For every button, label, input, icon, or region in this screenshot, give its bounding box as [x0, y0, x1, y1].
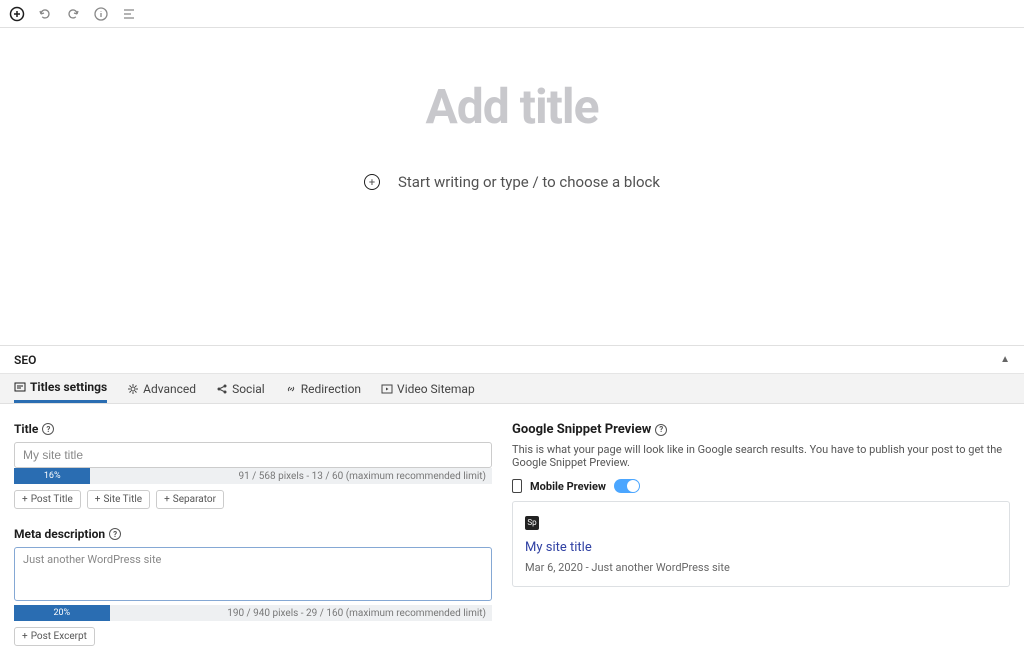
seo-panel-header[interactable]: SEO ▲ — [0, 346, 1024, 374]
mobile-icon — [512, 479, 522, 493]
block-prompt-text: Start writing or type / to choose a bloc… — [398, 173, 660, 191]
snippet-result-meta: Mar 6, 2020 - Just another WordPress sit… — [525, 561, 997, 574]
chevron-up-icon: ▲ — [1000, 354, 1010, 365]
seo-panel-title: SEO — [14, 353, 36, 367]
seo-title-input[interactable] — [14, 442, 492, 468]
tag-site-title[interactable]: Site Title — [87, 490, 150, 509]
seo-tabs: Titles settings Advanced Social Redirect… — [0, 374, 1024, 404]
title-progress-row: 16% 91 / 568 pixels - 13 / 60 (maximum r… — [14, 468, 492, 484]
editor-canvas: Add title + Start writing or type / to c… — [0, 28, 1024, 191]
title-limit-text: 91 / 568 pixels - 13 / 60 (maximum recom… — [238, 471, 486, 482]
info-icon[interactable] — [92, 5, 110, 23]
favicon-icon: Sp — [525, 516, 539, 530]
tag-post-excerpt[interactable]: Post Excerpt — [14, 627, 95, 646]
redo-icon[interactable] — [64, 5, 82, 23]
meta-tag-buttons: Post Excerpt — [14, 627, 492, 646]
share-icon — [216, 383, 228, 395]
title-label: Title ? — [14, 422, 492, 436]
tab-social[interactable]: Social — [216, 374, 265, 403]
meta-progress-bar: 20% — [14, 605, 110, 621]
tab-titles-settings[interactable]: Titles settings — [14, 374, 107, 403]
tab-advanced[interactable]: Advanced — [127, 374, 196, 403]
meta-progress-row: 20% 190 / 940 pixels - 29 / 160 (maximum… — [14, 605, 492, 621]
add-block-icon[interactable] — [8, 5, 26, 23]
post-title-input[interactable]: Add title — [0, 78, 1024, 135]
outline-icon[interactable] — [120, 5, 138, 23]
mobile-preview-toggle[interactable] — [614, 479, 640, 493]
block-inserter-prompt[interactable]: + Start writing or type / to choose a bl… — [0, 173, 1024, 191]
seo-right-column: Google Snippet Preview ? This is what yo… — [512, 422, 1010, 646]
link-icon — [285, 383, 297, 395]
mobile-preview-label: Mobile Preview — [530, 480, 606, 493]
editor-toolbar — [0, 0, 1024, 28]
titles-icon — [14, 381, 26, 393]
seo-left-column: Title ? 16% 91 / 568 pixels - 13 / 60 (m… — [14, 422, 492, 646]
undo-icon[interactable] — [36, 5, 54, 23]
snippet-preview-title: Google Snippet Preview ? — [512, 422, 1010, 437]
help-icon[interactable]: ? — [42, 423, 54, 435]
title-tag-buttons: Post Title Site Title Separator — [14, 490, 492, 509]
gear-icon — [127, 383, 139, 395]
snippet-preview-desc: This is what your page will look like in… — [512, 443, 1010, 469]
title-progress-bar: 16% — [14, 468, 90, 484]
seo-panel: SEO ▲ Titles settings Advanced Social Re… — [0, 345, 1024, 656]
mobile-preview-row: Mobile Preview — [512, 479, 1010, 493]
snippet-result-title: My site title — [525, 540, 997, 555]
help-icon[interactable]: ? — [109, 528, 121, 540]
meta-label: Meta description ? — [14, 527, 492, 541]
tag-post-title[interactable]: Post Title — [14, 490, 81, 509]
tab-redirection[interactable]: Redirection — [285, 374, 361, 403]
plus-circle-icon: + — [364, 174, 380, 190]
tab-video-sitemap[interactable]: Video Sitemap — [381, 374, 475, 403]
google-snippet-card: Sp My site title Mar 6, 2020 - Just anot… — [512, 501, 1010, 587]
help-icon[interactable]: ? — [655, 424, 667, 436]
tag-separator[interactable]: Separator — [156, 490, 224, 509]
seo-meta-textarea[interactable]: Just another WordPress site — [14, 547, 492, 601]
meta-limit-text: 190 / 940 pixels - 29 / 160 (maximum rec… — [227, 608, 486, 619]
video-icon — [381, 383, 393, 395]
